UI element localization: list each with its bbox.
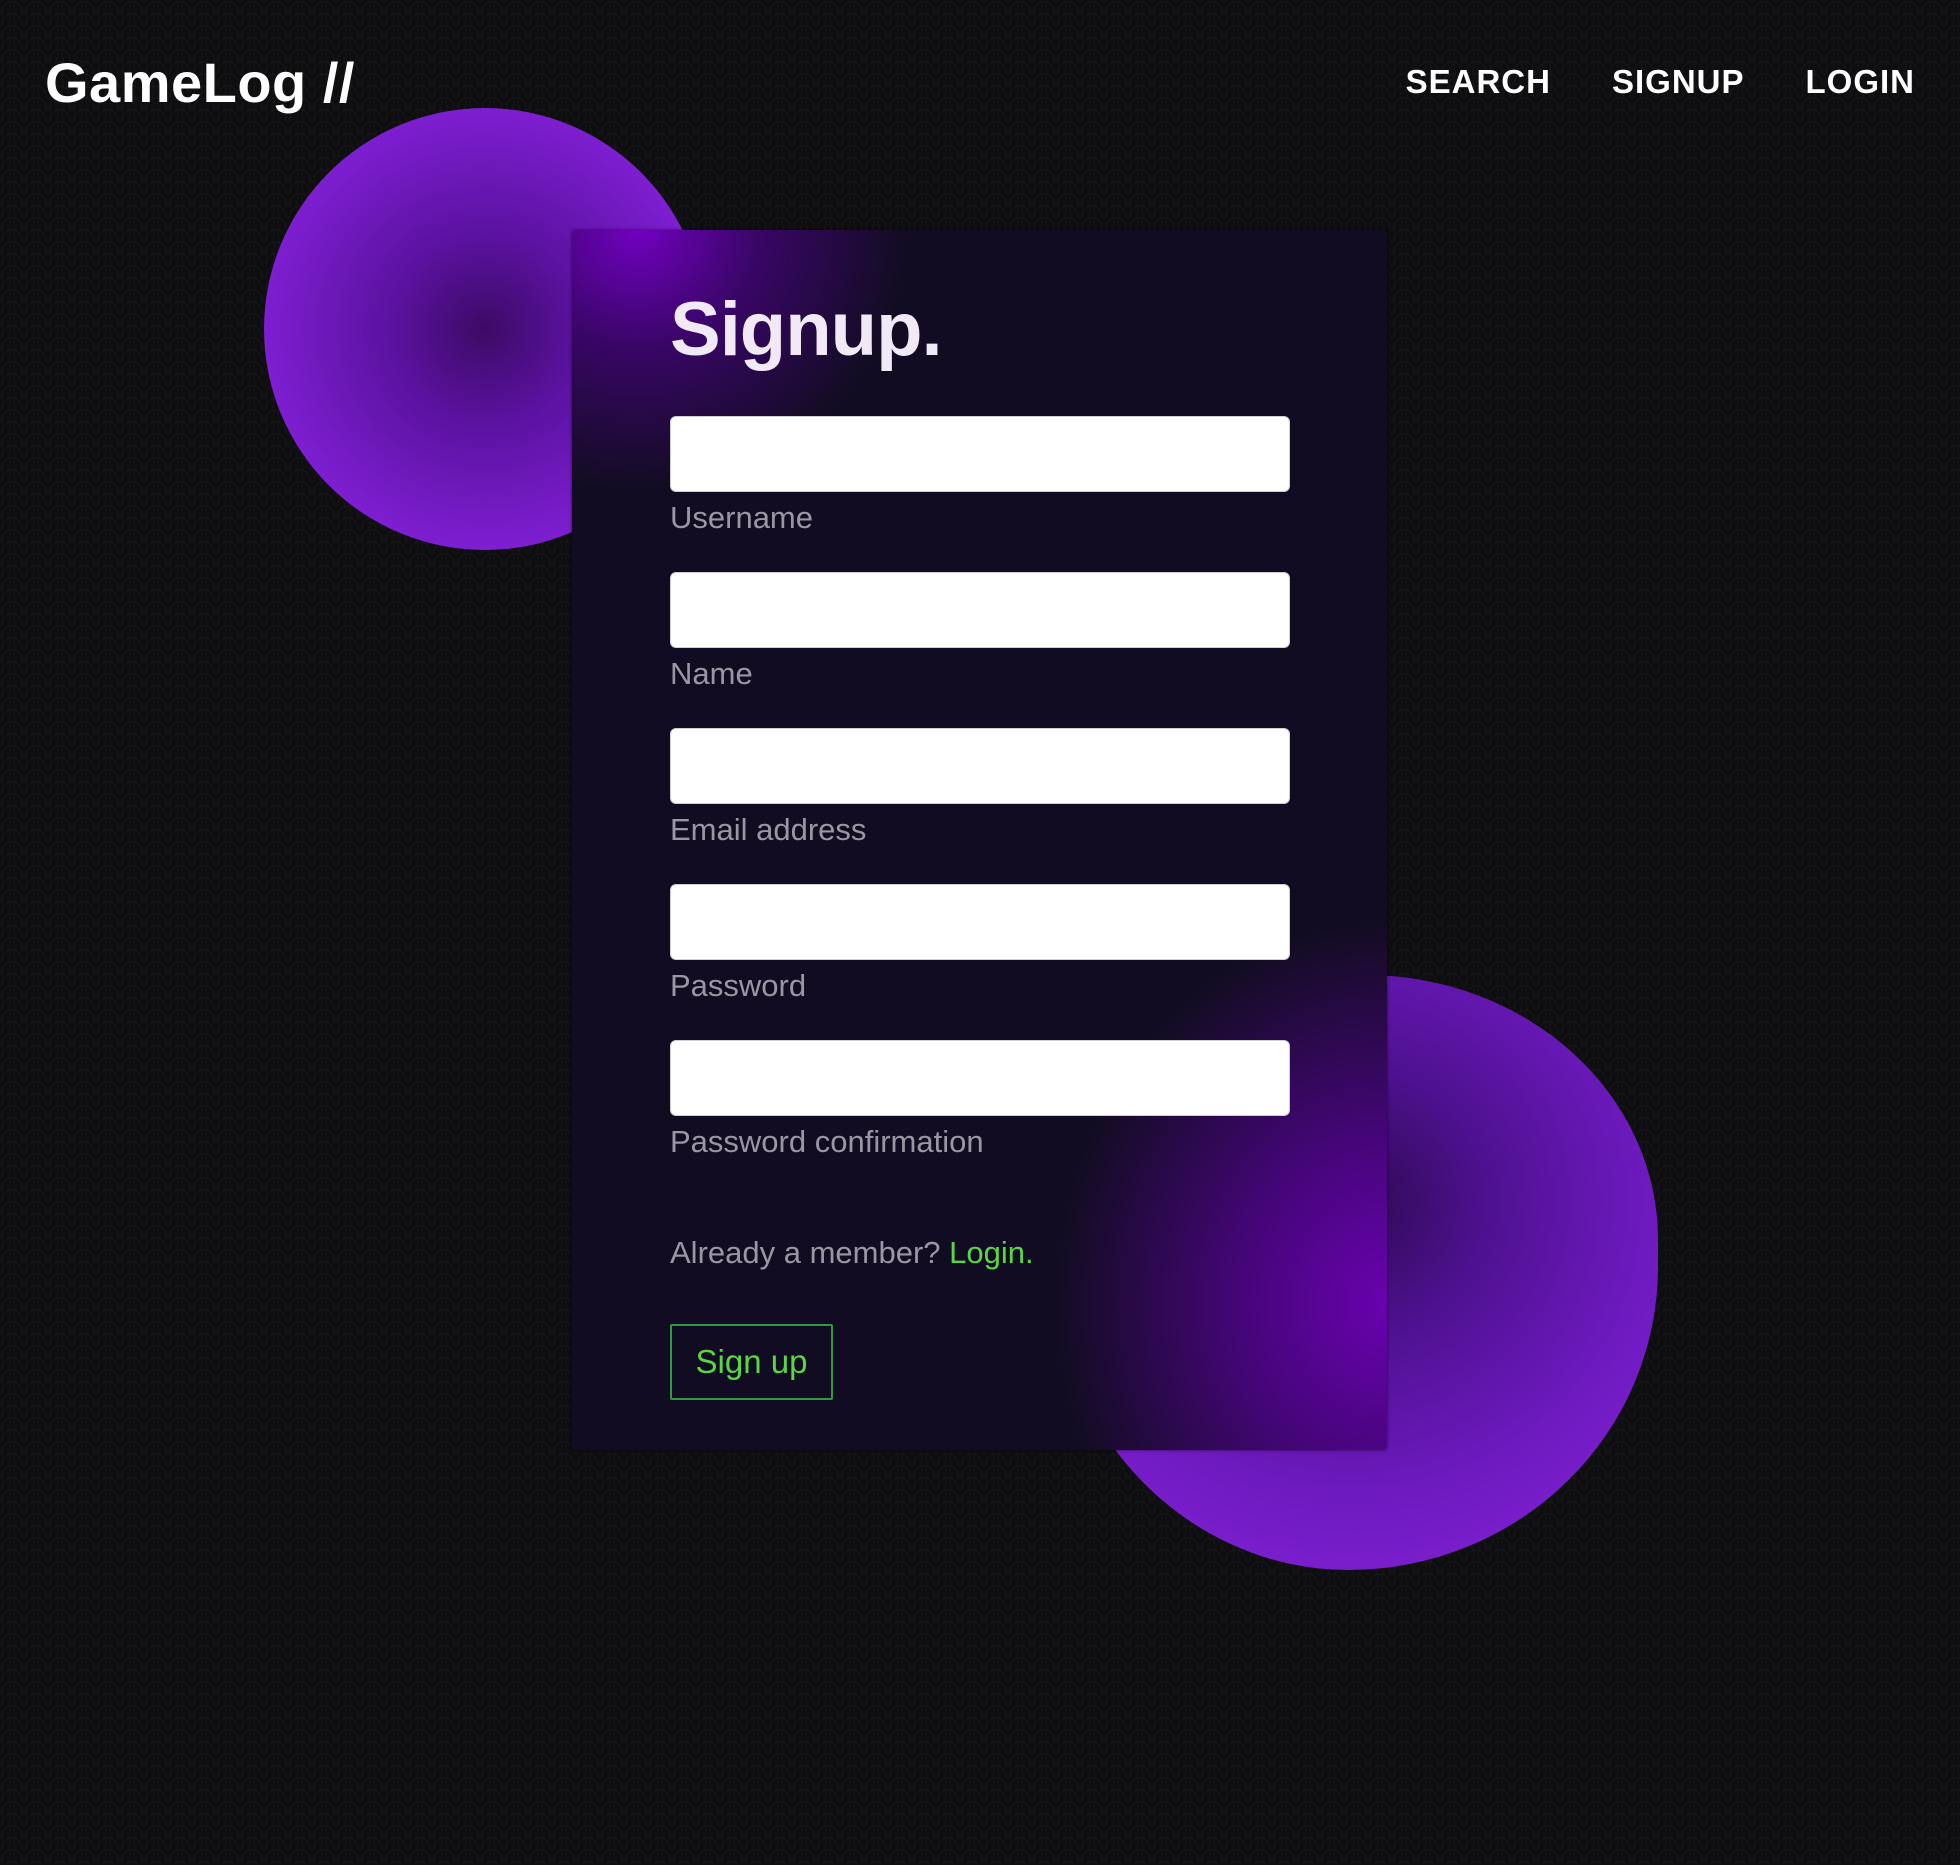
signup-card: Signup. Username Name Email address Pass… xyxy=(572,230,1387,1450)
brand-logo[interactable]: GameLog // xyxy=(45,50,355,116)
email-label: Email address xyxy=(670,812,867,847)
already-member-prompt: Already a member? Login. xyxy=(670,1233,1034,1273)
nav-link-search[interactable]: SEARCH xyxy=(1406,60,1551,104)
username-input[interactable] xyxy=(670,416,1290,492)
name-field-group: Name xyxy=(670,572,1290,694)
password-confirmation-input[interactable] xyxy=(670,1040,1290,1116)
password-input[interactable] xyxy=(670,884,1290,960)
email-field-group: Email address xyxy=(670,728,1290,850)
nav-link-signup[interactable]: SIGNUP xyxy=(1612,60,1745,104)
sign-up-button[interactable]: Sign up xyxy=(670,1324,833,1400)
already-member-text: Already a member? xyxy=(670,1235,941,1270)
username-field-group: Username xyxy=(670,416,1290,538)
name-label: Name xyxy=(670,656,753,691)
nav-link-login[interactable]: LOGIN xyxy=(1806,60,1916,104)
email-input[interactable] xyxy=(670,728,1290,804)
password-confirmation-label: Password confirmation xyxy=(670,1124,984,1159)
password-label: Password xyxy=(670,968,807,1003)
name-input[interactable] xyxy=(670,572,1290,648)
page-title: Signup. xyxy=(670,287,943,372)
nav-links: SEARCH SIGNUP LOGIN xyxy=(1406,60,1915,104)
password-field-group: Password xyxy=(670,884,1290,1006)
password-confirmation-field-group: Password confirmation xyxy=(670,1040,1290,1162)
navbar: GameLog // SEARCH SIGNUP LOGIN xyxy=(0,0,1960,165)
login-link[interactable]: Login. xyxy=(949,1235,1033,1270)
username-label: Username xyxy=(670,500,813,535)
